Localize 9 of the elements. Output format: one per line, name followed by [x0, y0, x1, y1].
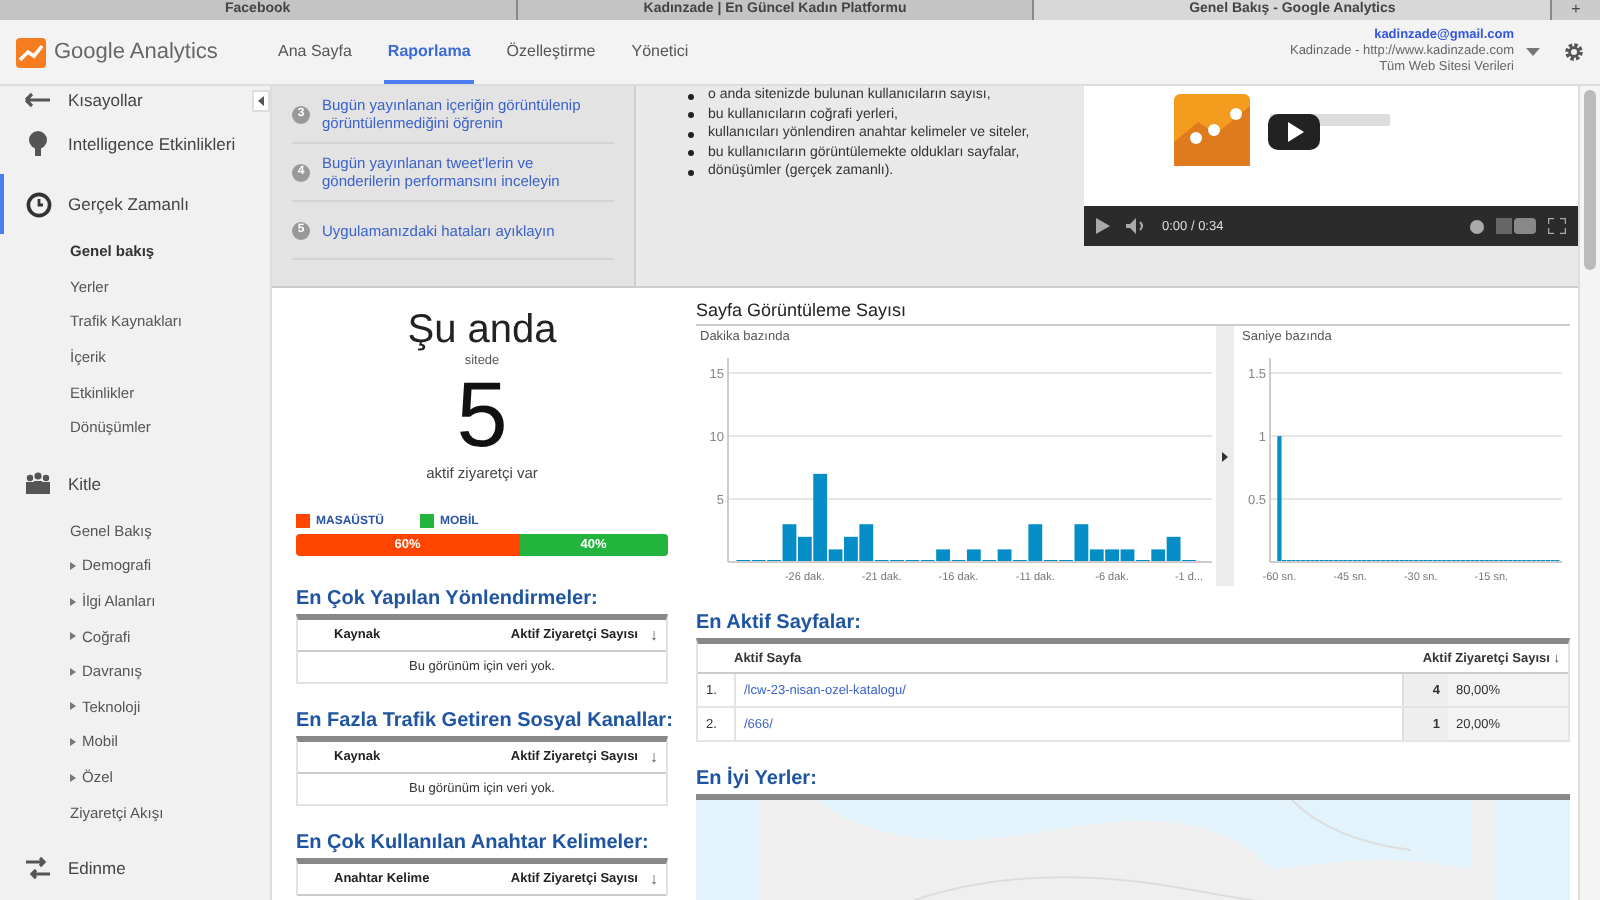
section-title: En Çok Kullanılan Anahtar Kelimeler:: [296, 832, 651, 854]
app-name: Google Analytics: [54, 40, 218, 64]
section-title: En Aktif Sayfalar:: [696, 612, 863, 634]
section-title: En Fazla Trafik Getiren Sosyal Kanallar:: [296, 710, 668, 732]
active-visitor-count: 5: [456, 368, 508, 460]
section-title: En Çok Yapılan Yönlendirmeler:: [296, 588, 600, 610]
section-title: En İyi Yerler:: [696, 768, 819, 790]
chart-title: Sayfa Görüntüleme Sayısı: [696, 300, 1570, 326]
now-title: Şu anda: [407, 308, 557, 354]
